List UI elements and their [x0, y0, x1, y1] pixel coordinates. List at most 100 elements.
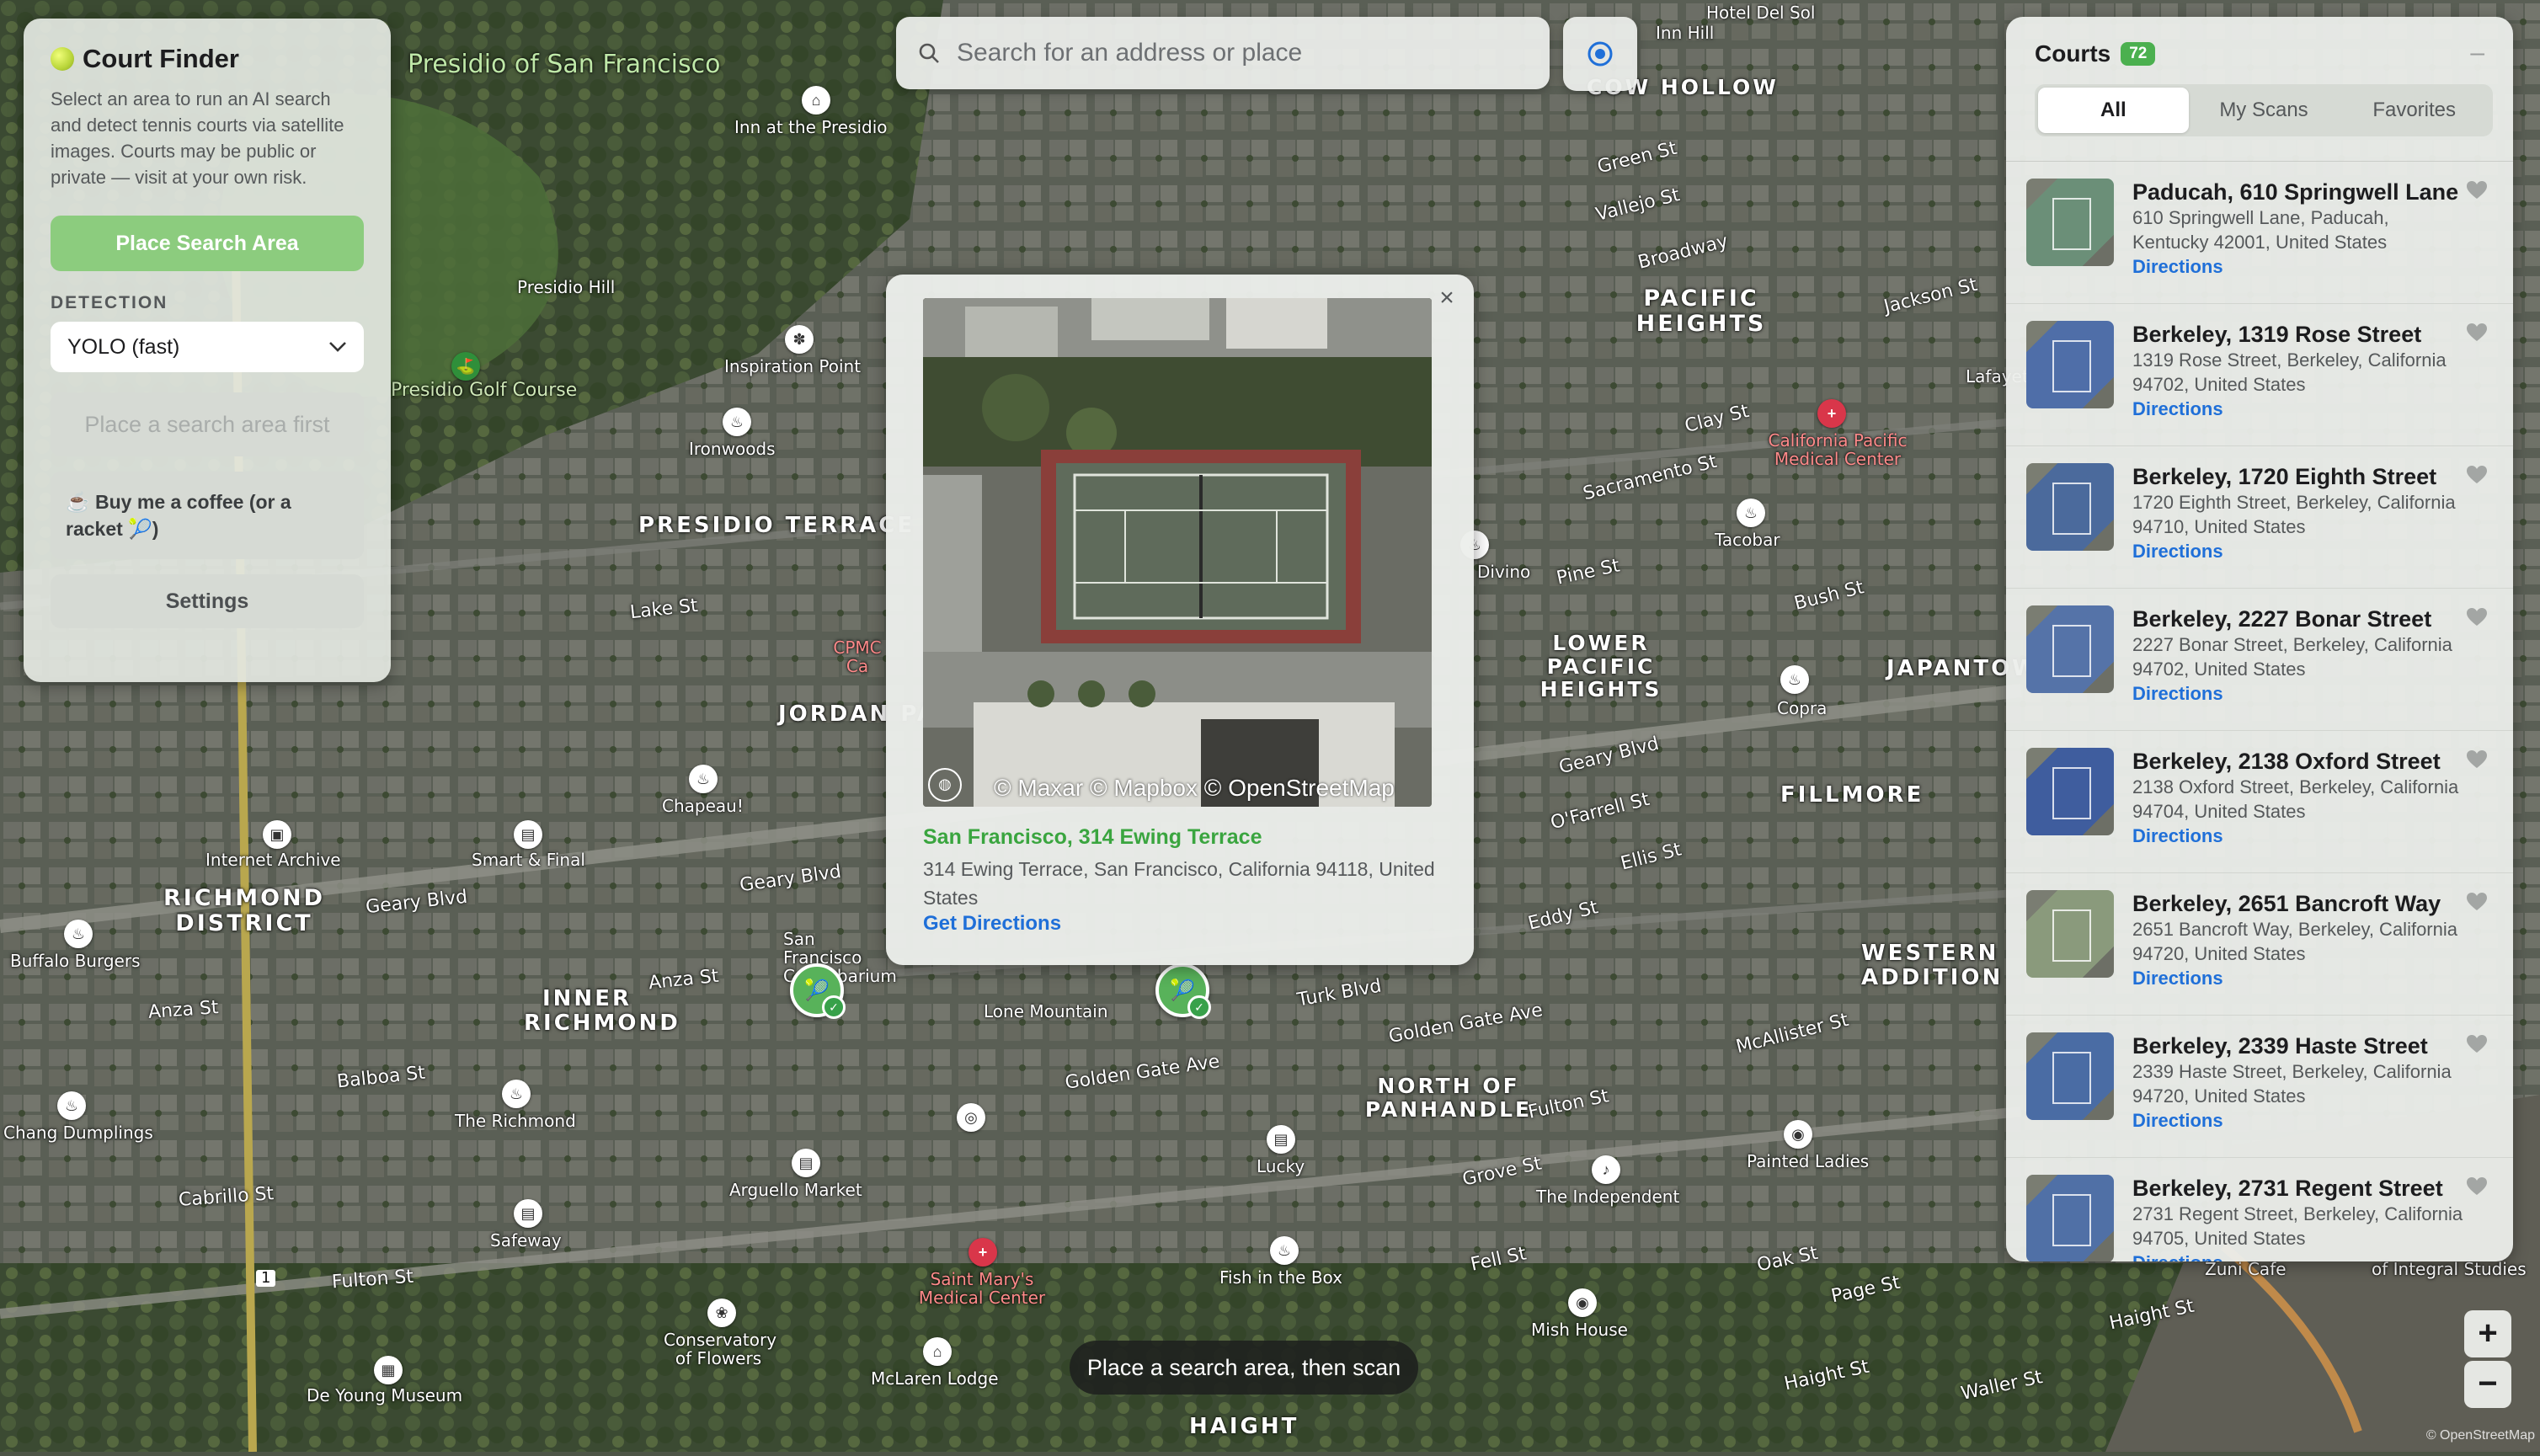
- court-list-item[interactable]: Berkeley, 1720 Eighth Street 1720 Eighth…: [2006, 446, 2513, 589]
- restaurant-icon[interactable]: ♨: [723, 408, 751, 436]
- court-thumbnail: [2026, 1032, 2114, 1120]
- court-satellite-image: ◍ © Maxar © Mapbox © OpenStreetMap: [923, 298, 1432, 807]
- museum-icon[interactable]: ▦: [374, 1356, 403, 1384]
- court-name: Berkeley, 2138 Oxford Street: [2132, 749, 2441, 774]
- court-list: Paducah, 610 Springwell Lane 610 Springw…: [2006, 162, 2513, 1261]
- court-directions-link[interactable]: Directions: [2132, 539, 2469, 564]
- court-list-item[interactable]: Berkeley, 1319 Rose Street 1319 Rose Str…: [2006, 304, 2513, 446]
- viewpoint-icon[interactable]: ✽: [785, 325, 814, 354]
- favorite-heart-icon[interactable]: [2466, 892, 2488, 912]
- court-popup: × ◍ © Maxar © Mapbox © OpenStreetMap San…: [886, 275, 1474, 965]
- court-address: 2651 Bancroft Way, Berkeley, California …: [2132, 919, 2457, 964]
- restaurant-icon[interactable]: ♨: [64, 920, 93, 948]
- favorite-heart-icon[interactable]: [2466, 180, 2488, 200]
- favorite-heart-icon[interactable]: [2466, 1034, 2488, 1054]
- shop-icon[interactable]: ▤: [1267, 1125, 1295, 1154]
- shop-icon[interactable]: ▤: [514, 820, 542, 849]
- court-name: Berkeley, 1319 Rose Street: [2132, 322, 2422, 347]
- court-list-item[interactable]: Berkeley, 2227 Bonar Street 2227 Bonar S…: [2006, 589, 2513, 731]
- hotel-icon[interactable]: ⌂: [802, 86, 830, 115]
- favorite-heart-icon[interactable]: [2466, 323, 2488, 343]
- locate-me-button[interactable]: [1563, 17, 1637, 91]
- court-address: 610 Springwell Lane, Paducah, Kentucky 4…: [2132, 207, 2389, 253]
- map-label-inspiration: Inspiration Point: [724, 356, 862, 376]
- shop-icon[interactable]: ▤: [792, 1149, 820, 1177]
- restaurant-icon[interactable]: ♨: [1270, 1236, 1299, 1265]
- court-thumbnail: [2026, 179, 2114, 266]
- court-address: 1720 Eighth Street, Berkeley, California…: [2132, 492, 2456, 537]
- court-directions-link[interactable]: Directions: [2132, 824, 2469, 849]
- collapse-icon[interactable]: –: [2470, 39, 2484, 67]
- court-list-item[interactable]: Paducah, 610 Springwell Lane 610 Springw…: [2006, 162, 2513, 304]
- court-name: Berkeley, 2227 Bonar Street: [2132, 606, 2432, 632]
- favorite-heart-icon[interactable]: [2466, 749, 2488, 770]
- restaurant-icon[interactable]: ♨: [1780, 665, 1809, 694]
- zoom-out-button[interactable]: −: [2464, 1361, 2511, 1408]
- get-directions-link[interactable]: Get Directions: [923, 912, 1437, 936]
- settings-button[interactable]: Settings: [51, 574, 364, 628]
- place-search-area-button[interactable]: Place Search Area: [51, 216, 364, 271]
- favorite-heart-icon[interactable]: [2466, 607, 2488, 627]
- hospital-icon[interactable]: +: [969, 1238, 997, 1267]
- map-label-saint-marys: Saint Mary's Medical Center: [918, 1269, 1046, 1308]
- status-toast: Place a search area, then scan: [1070, 1341, 1418, 1395]
- map-label-painted-ladies: Painted Ladies: [1747, 1151, 1870, 1171]
- shop-icon[interactable]: ▤: [514, 1199, 542, 1228]
- detection-select[interactable]: YOLO (fast): [51, 322, 364, 372]
- tab-all[interactable]: All: [2038, 88, 2189, 133]
- court-pin[interactable]: 🎾 ✓: [790, 963, 846, 1019]
- detection-value: YOLO (fast): [67, 334, 180, 359]
- search-bar: [896, 17, 1550, 89]
- favorite-heart-icon[interactable]: [2466, 465, 2488, 485]
- music-icon[interactable]: ♪: [1592, 1155, 1620, 1184]
- courts-tabs: All My Scans Favorites: [2035, 84, 2493, 136]
- court-address: 2339 Haste Street, Berkeley, California …: [2132, 1061, 2452, 1107]
- courts-count-badge: 72: [2121, 42, 2156, 66]
- mapbox-logo-icon[interactable]: ◍: [928, 768, 962, 802]
- favorite-heart-icon[interactable]: [2466, 1176, 2488, 1197]
- tab-favorites[interactable]: Favorites: [2339, 88, 2489, 133]
- court-directions-link[interactable]: Directions: [2132, 681, 2469, 707]
- court-list-item[interactable]: Berkeley, 2651 Bancroft Way 2651 Bancrof…: [2006, 873, 2513, 1016]
- golf-icon[interactable]: ⛳: [451, 352, 480, 381]
- garden-icon[interactable]: ❀: [707, 1299, 736, 1327]
- restaurant-icon[interactable]: ♨: [502, 1080, 531, 1108]
- close-icon[interactable]: ×: [1432, 283, 1462, 313]
- hospital-icon[interactable]: +: [1817, 399, 1846, 428]
- court-directions-link[interactable]: Directions: [2132, 397, 2469, 422]
- popup-court-name: San Francisco, 314 Ewing Terrace: [923, 825, 1262, 849]
- library-icon[interactable]: ▣: [263, 820, 291, 849]
- restaurant-icon[interactable]: ♨: [57, 1091, 86, 1120]
- court-list-item[interactable]: Berkeley, 2339 Haste Street 2339 Haste S…: [2006, 1016, 2513, 1158]
- court-thumbnail: [2026, 321, 2114, 408]
- map-label-tacobar: Tacobar: [1715, 530, 1780, 550]
- court-directions-link[interactable]: Directions: [2132, 1251, 2469, 1261]
- map-label-mclaren: McLaren Lodge: [871, 1368, 999, 1389]
- tab-my-scans[interactable]: My Scans: [2189, 88, 2340, 133]
- court-directions-link[interactable]: Directions: [2132, 966, 2469, 991]
- camera-icon[interactable]: ◉: [1784, 1120, 1812, 1149]
- court-pin[interactable]: 🎾 ✓: [1155, 963, 1211, 1019]
- map-label-presidio-terrace: PRESIDIO TERRACE: [638, 513, 915, 538]
- camera-icon[interactable]: ◉: [1568, 1288, 1597, 1317]
- search-input[interactable]: [955, 38, 1497, 68]
- lodge-icon[interactable]: ⌂: [923, 1337, 952, 1366]
- buy-coffee-button[interactable]: ☕ Buy me a coffee (or a racket 🎾): [51, 472, 364, 559]
- map-label-integral: of Integral Studies: [2372, 1259, 2527, 1279]
- zoom-in-button[interactable]: +: [2464, 1310, 2511, 1357]
- court-directions-link[interactable]: Directions: [2132, 1108, 2469, 1133]
- map-label-the-richmond: The Richmond: [455, 1111, 576, 1131]
- court-list-item[interactable]: Berkeley, 2731 Regent Street 2731 Regent…: [2006, 1158, 2513, 1261]
- scan-button[interactable]: Place a search area first: [51, 392, 364, 456]
- court-list-item[interactable]: Berkeley, 2138 Oxford Street 2138 Oxford…: [2006, 731, 2513, 873]
- location-target-icon: [1588, 41, 1613, 67]
- app-title: Court Finder: [83, 44, 239, 73]
- court-directions-link[interactable]: Directions: [2132, 254, 2469, 280]
- restaurant-icon[interactable]: ♨: [689, 765, 718, 793]
- map-label-fillmore: FILLMORE: [1780, 782, 1924, 808]
- stadium-icon[interactable]: ◎: [957, 1103, 985, 1132]
- restaurant-icon[interactable]: ♨: [1737, 499, 1765, 527]
- court-name: Berkeley, 1720 Eighth Street: [2132, 464, 2437, 489]
- map-label-internet-archive: Internet Archive: [205, 850, 341, 870]
- map-label-arguello: Arguello Market: [729, 1180, 862, 1200]
